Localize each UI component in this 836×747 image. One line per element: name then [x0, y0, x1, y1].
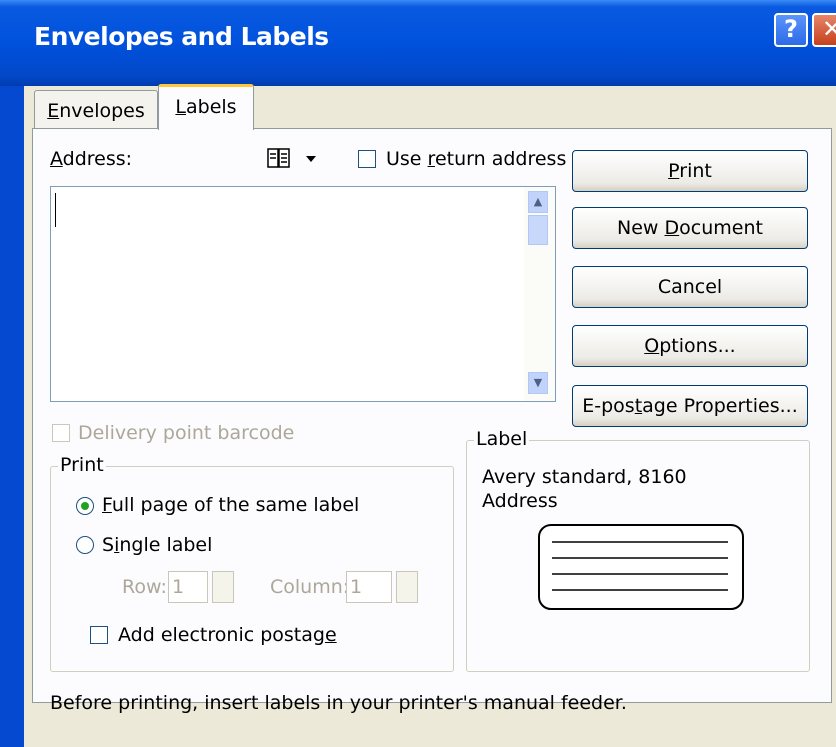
tab-envelopes[interactable]: Envelopes [34, 90, 158, 130]
row-label: Row: [122, 576, 167, 598]
scroll-up-button[interactable]: ▲ [528, 191, 548, 213]
close-button[interactable]: ✕ [812, 13, 836, 47]
epostage-properties-button[interactable]: E-postage Properties... [572, 385, 808, 427]
full-page-radio[interactable] [76, 497, 94, 515]
label-type: Address [482, 490, 558, 512]
single-label-radio[interactable] [76, 536, 94, 554]
print-group-legend: Print [58, 454, 106, 476]
add-electronic-postage-label: Add electronic postage [118, 624, 337, 646]
text-cursor [55, 193, 56, 227]
column-spinner[interactable] [396, 571, 418, 603]
single-label-label: Single label [102, 534, 213, 556]
address-book-icon[interactable] [266, 146, 292, 170]
delivery-point-barcode-label: Delivery point barcode [78, 422, 295, 444]
cancel-button[interactable]: Cancel [572, 266, 808, 308]
use-return-address-checkbox[interactable] [358, 150, 376, 168]
tab-labels-label: Labels [175, 96, 237, 118]
options-button[interactable]: Options... [572, 325, 808, 367]
address-textarea[interactable] [50, 186, 556, 402]
column-input[interactable]: 1 [346, 571, 392, 603]
help-button[interactable]: ? [774, 13, 808, 47]
window-frame-edge [0, 86, 24, 747]
status-text: Before printing, insert labels in your p… [50, 692, 627, 714]
add-electronic-postage-checkbox[interactable] [90, 626, 108, 644]
column-label: Column: [270, 576, 350, 598]
delivery-point-barcode-checkbox[interactable] [52, 424, 70, 442]
tab-envelopes-label: Envelopes [47, 100, 145, 122]
new-document-button[interactable]: New Document [572, 207, 808, 249]
dropdown-arrow-icon[interactable] [306, 156, 316, 162]
label-group-legend: Label [474, 428, 530, 450]
label-product: Avery standard, 8160 [482, 466, 687, 488]
full-page-label: Full page of the same label [102, 494, 360, 516]
row-spinner[interactable] [212, 571, 234, 603]
address-scrollbar[interactable]: ▲ ▼ [524, 187, 555, 401]
print-button[interactable]: Print [572, 150, 808, 192]
scroll-down-button[interactable]: ▼ [528, 372, 548, 394]
tab-labels[interactable]: Labels [158, 84, 254, 130]
address-label: Address: [50, 148, 133, 170]
scroll-thumb[interactable] [528, 215, 548, 245]
row-input[interactable]: 1 [168, 571, 208, 603]
label-preview-image[interactable] [538, 524, 744, 610]
use-return-address-label: Use return address [386, 148, 567, 170]
radio-selected-dot [81, 502, 89, 510]
window-title: Envelopes and Labels [34, 22, 329, 51]
